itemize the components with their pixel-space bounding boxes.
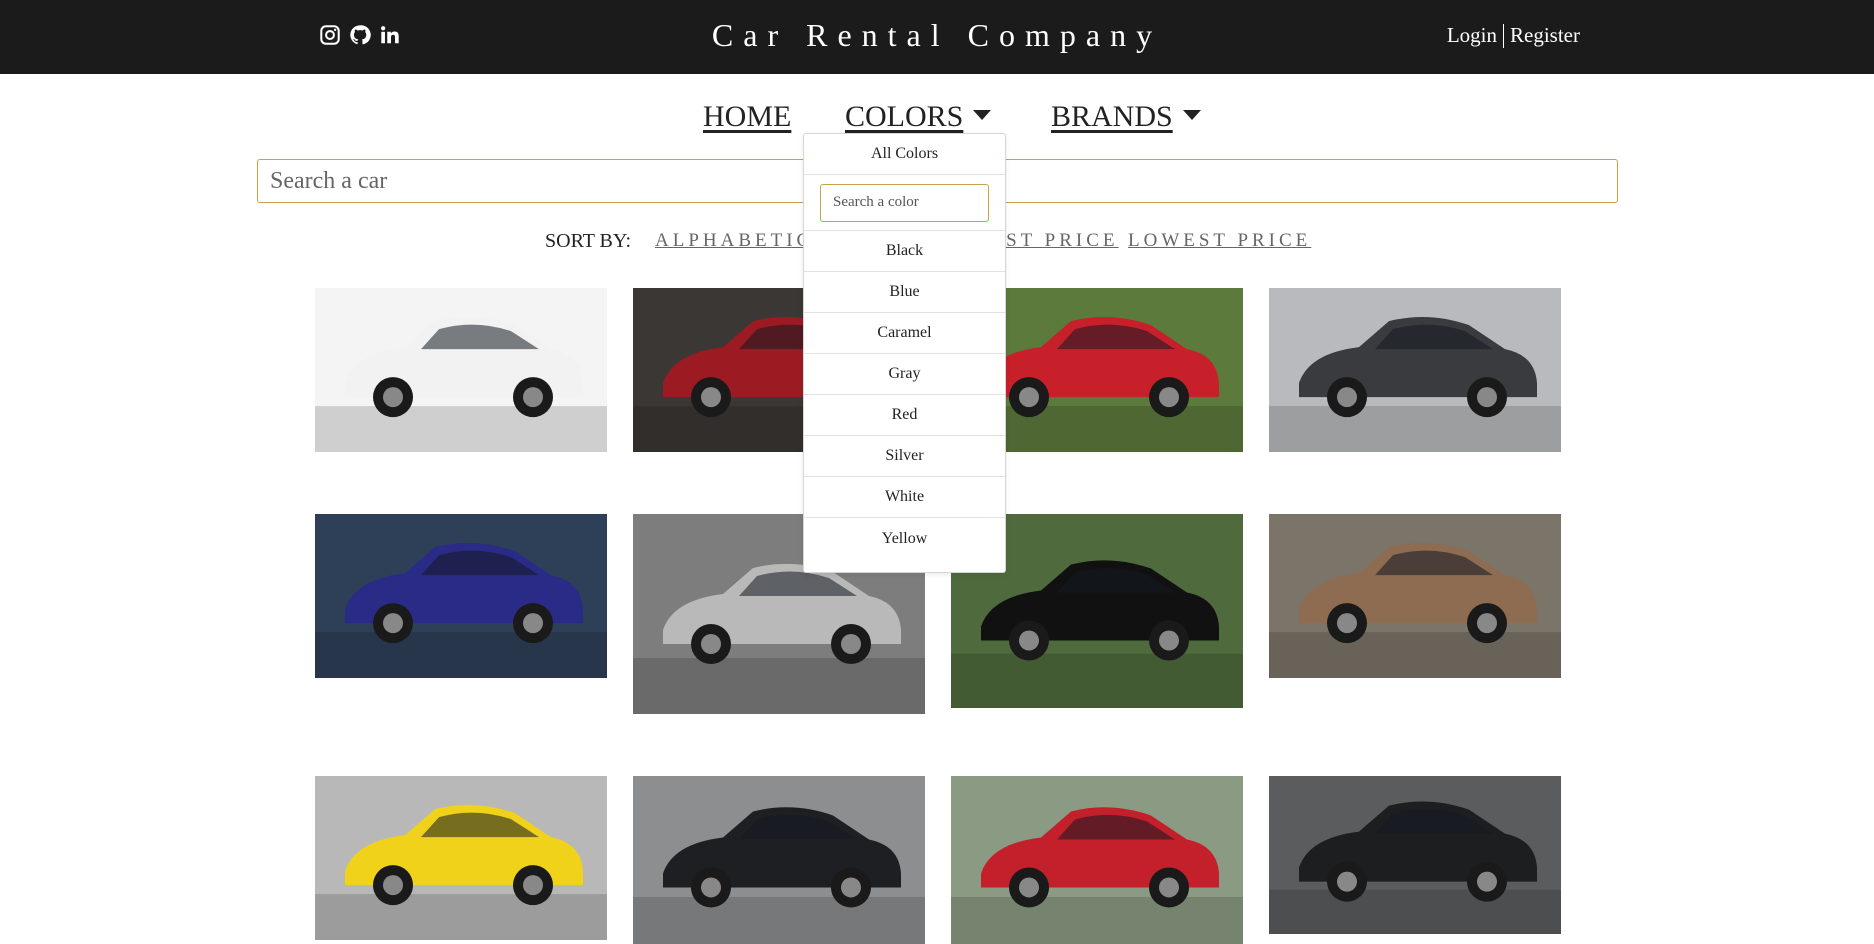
dropdown-item-all-colors[interactable]: All Colors xyxy=(804,134,1005,175)
dropdown-item-color[interactable]: Red xyxy=(804,395,1005,436)
auth-divider xyxy=(1503,23,1505,48)
car-card-image[interactable] xyxy=(315,776,607,940)
car-card-image[interactable] xyxy=(315,288,607,452)
dropdown-item-color[interactable]: Yellow xyxy=(804,518,1005,559)
colors-dropdown-menu: All Colors Black Blue Caramel Gray Red S… xyxy=(803,133,1006,573)
caret-down-icon xyxy=(973,110,992,121)
nav-brands-label: BRANDS xyxy=(1051,100,1173,133)
car-card-image[interactable] xyxy=(951,776,1243,944)
nav-brands-dropdown[interactable]: BRANDS xyxy=(1051,100,1201,134)
color-search-wrapper xyxy=(804,175,1005,231)
register-link[interactable]: Register xyxy=(1510,23,1580,48)
sort-label: SORT BY: xyxy=(545,230,632,252)
color-search-input[interactable] xyxy=(820,183,989,222)
car-card-image[interactable] xyxy=(1269,514,1561,678)
top-bar: Car Rental Company Login Register xyxy=(0,0,1874,74)
site-title: Car Rental Company xyxy=(711,17,1163,53)
nav-home-link[interactable]: HOME xyxy=(703,100,791,134)
dropdown-item-color[interactable]: Silver xyxy=(804,436,1005,477)
nav-colors-dropdown[interactable]: COLORS xyxy=(845,100,992,134)
dropdown-item-color[interactable]: Black xyxy=(804,231,1005,272)
nav-colors-label: COLORS xyxy=(845,100,964,133)
dropdown-item-color[interactable]: Gray xyxy=(804,354,1005,395)
caret-down-icon xyxy=(1182,110,1201,121)
car-card-image[interactable] xyxy=(1269,776,1561,934)
login-link[interactable]: Login xyxy=(1447,23,1497,48)
car-card-image[interactable] xyxy=(315,514,607,678)
auth-links: Login Register xyxy=(1447,23,1580,48)
sort-lowest-price-link[interactable]: LOWEST PRICE xyxy=(1128,230,1311,252)
dropdown-item-color[interactable]: Caramel xyxy=(804,313,1005,354)
dropdown-item-color[interactable]: Blue xyxy=(804,272,1005,313)
dropdown-item-color[interactable]: White xyxy=(804,477,1005,518)
car-card-image[interactable] xyxy=(633,776,925,944)
car-card-image[interactable] xyxy=(1269,288,1561,452)
